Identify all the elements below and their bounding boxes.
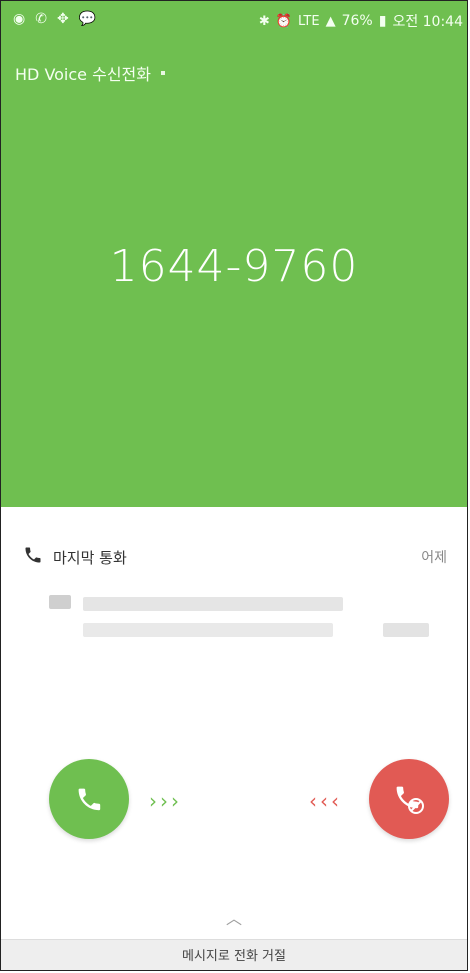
- phone-icon: [23, 545, 43, 565]
- call-type-label: HD Voice 수신전화: [15, 61, 165, 85]
- caller-area: ◉ ✆ ✥ 💬 ✱ ⏰ LTE ▲ 76% ▮ 오전 10:44 HD Voic…: [1, 1, 467, 507]
- chat-icon: 💬: [78, 11, 97, 27]
- blurred-content: [83, 623, 333, 637]
- location-icon: ✥: [56, 11, 69, 27]
- status-bar: ◉ ✆ ✥ 💬 ✱ ⏰ LTE ▲ 76% ▮ 오전 10:44: [1, 1, 467, 41]
- swipe-left-indicator: ‹‹‹: [309, 789, 342, 813]
- blurred-content: [49, 595, 71, 609]
- blurred-content: [383, 623, 429, 637]
- status-right: ✱ ⏰ LTE ▲ 76% ▮ 오전 10:44: [259, 11, 463, 31]
- call-controls: 마지막 통화 어제 ››› ‹‹‹ ︿ 메시지로 전화 거절: [1, 507, 467, 970]
- decline-icon: [396, 786, 424, 814]
- decline-call-button[interactable]: [369, 759, 449, 839]
- signal-icon: ▲: [325, 13, 336, 29]
- battery-percentage: 76%: [341, 13, 373, 29]
- phone-icon: [78, 788, 101, 811]
- bluetooth-icon: ✱: [258, 13, 270, 29]
- chevron-up-icon[interactable]: ︿: [1, 905, 467, 929]
- battery-icon: ▮: [378, 13, 387, 29]
- status-left-icons: ◉ ✆ ✥ 💬: [13, 11, 96, 27]
- phone-call-icon: ✆: [35, 11, 47, 27]
- blurred-content: [83, 597, 343, 611]
- incoming-call-screen: ◉ ✆ ✥ 💬 ✱ ⏰ LTE ▲ 76% ▮ 오전 10:44 HD Voic…: [0, 0, 468, 971]
- app-icon: ◉: [13, 11, 26, 27]
- last-call-time: 어제: [421, 550, 447, 566]
- answer-call-button[interactable]: [49, 759, 129, 839]
- lte-icon: LTE: [297, 13, 320, 29]
- call-indicator-dot: [160, 71, 165, 75]
- clock: 오전 10:44: [392, 14, 463, 30]
- reject-with-message-label: 메시지로 전화 거절: [182, 949, 286, 964]
- alarm-icon: ⏰: [275, 13, 292, 29]
- caller-number: 1644-9760: [109, 241, 359, 292]
- last-call-label: 마지막 통화: [53, 549, 127, 567]
- reject-with-message-button[interactable]: 메시지로 전화 거절: [1, 939, 467, 970]
- swipe-right-indicator: ›››: [149, 789, 182, 813]
- hd-voice-label: HD Voice 수신전화: [15, 65, 151, 84]
